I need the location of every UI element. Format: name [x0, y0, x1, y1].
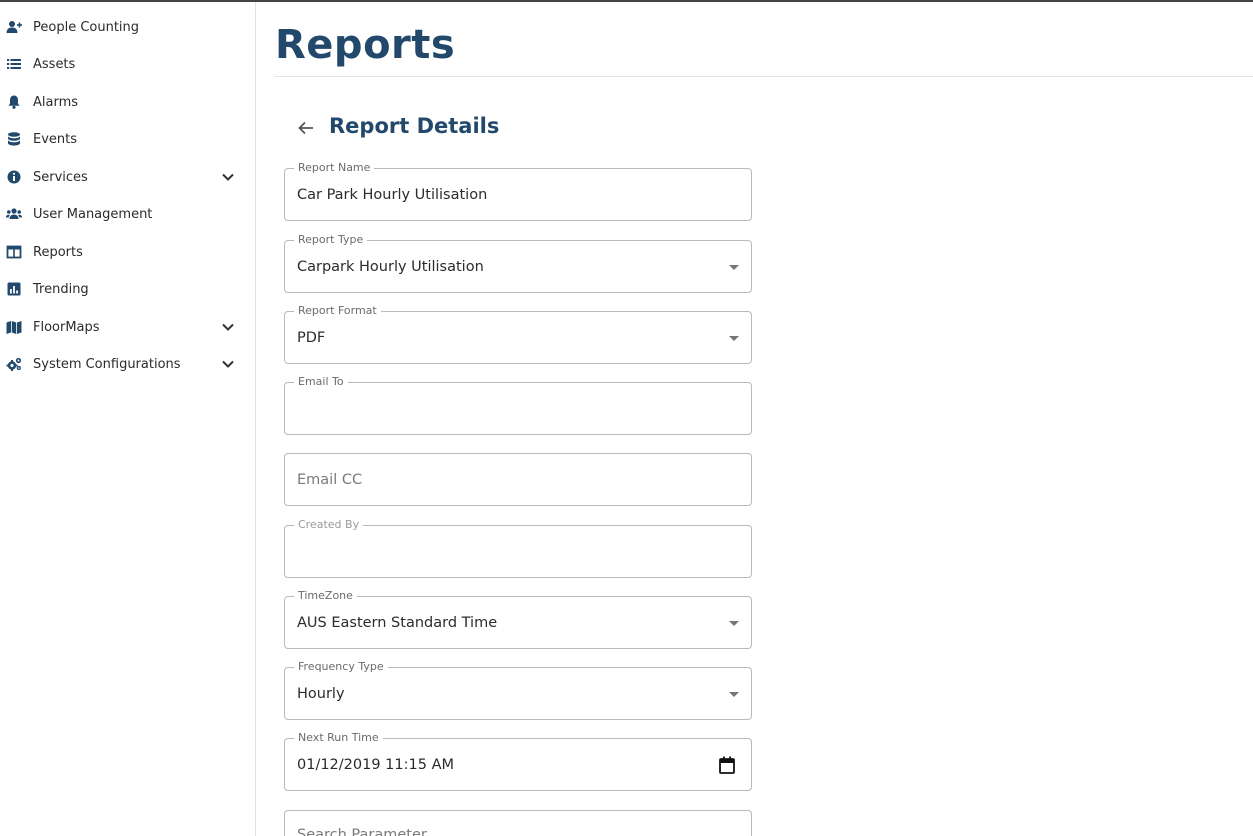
header-divider: [274, 76, 1253, 77]
sidebar-item-events[interactable]: Events: [0, 121, 255, 157]
sidebar-item-reports[interactable]: Reports: [0, 234, 255, 270]
field-label: Report Name: [294, 161, 375, 175]
list-icon: [6, 56, 22, 72]
next-run-time-field[interactable]: Next Run Time 01/12/2019 11:15 AM: [284, 731, 752, 791]
sidebar-item-label: User Management: [33, 206, 153, 222]
sidebar-item-label: FloorMaps: [33, 319, 100, 335]
report-name-field[interactable]: Report Name Car Park Hourly Utilisation: [284, 161, 752, 221]
email-cc-placeholder: Email CC: [297, 472, 363, 488]
sidebar-item-services[interactable]: Services: [0, 159, 255, 195]
sidebar-item-label: Assets: [33, 56, 76, 72]
next-run-time-value: 01/12/2019 11:15 AM: [297, 757, 455, 773]
created-by-field[interactable]: Created By: [284, 518, 752, 578]
field-label: Email To: [294, 375, 348, 389]
frequency-type-value: Hourly: [297, 686, 345, 702]
table-icon: [6, 244, 22, 260]
chart-icon: [6, 281, 22, 297]
field-label: Created By: [294, 518, 364, 532]
calendar-icon[interactable]: [719, 756, 735, 774]
dropdown-arrow-icon[interactable]: [729, 692, 739, 697]
form-title: Report Details: [329, 114, 500, 138]
email-cc-field[interactable]: Email CC: [284, 453, 752, 506]
sidebar-item-label: People Counting: [33, 19, 140, 35]
sidebar: People Counting Assets Alarms Events Ser…: [0, 2, 256, 836]
user-plus-icon: [6, 19, 22, 35]
field-label: Report Type: [294, 233, 368, 247]
sidebar-item-label: System Configurations: [33, 356, 181, 372]
map-icon: [6, 319, 22, 335]
users-icon: [6, 206, 22, 222]
sidebar-item-label: Alarms: [33, 94, 79, 110]
field-label: Report Format: [294, 304, 381, 318]
sidebar-item-floormaps[interactable]: FloorMaps: [0, 309, 255, 345]
info-icon: [6, 169, 22, 185]
frequency-type-select[interactable]: Frequency Type Hourly: [284, 660, 752, 720]
timezone-value: AUS Eastern Standard Time: [297, 615, 498, 631]
report-type-value: Carpark Hourly Utilisation: [297, 259, 484, 275]
sidebar-item-assets[interactable]: Assets: [0, 46, 255, 82]
bell-icon: [6, 94, 22, 110]
report-format-select[interactable]: Report Format PDF: [284, 304, 752, 364]
page-title: Reports: [275, 22, 456, 68]
search-parameter-placeholder: Search Parameter: [297, 827, 427, 836]
dropdown-arrow-icon[interactable]: [729, 336, 739, 341]
field-label: Next Run Time: [294, 731, 383, 745]
field-label: Frequency Type: [294, 660, 388, 674]
chevron-down-icon[interactable]: [220, 169, 236, 185]
report-name-value: Car Park Hourly Utilisation: [297, 187, 488, 203]
sidebar-item-people-counting[interactable]: People Counting: [0, 9, 255, 45]
sidebar-item-label: Trending: [33, 281, 89, 297]
sidebar-item-system-configurations[interactable]: System Configurations: [0, 346, 255, 382]
timezone-select[interactable]: TimeZone AUS Eastern Standard Time: [284, 589, 752, 649]
sidebar-item-user-management[interactable]: User Management: [0, 196, 255, 232]
report-format-value: PDF: [297, 330, 326, 346]
report-type-select[interactable]: Report Type Carpark Hourly Utilisation: [284, 233, 752, 293]
sidebar-item-trending[interactable]: Trending: [0, 271, 255, 307]
sidebar-item-label: Events: [33, 131, 78, 147]
email-to-field[interactable]: Email To: [284, 375, 752, 435]
database-icon: [6, 131, 22, 147]
cogs-icon: [6, 356, 22, 372]
back-arrow-icon[interactable]: [296, 118, 316, 138]
dropdown-arrow-icon[interactable]: [729, 265, 739, 270]
sidebar-item-alarms[interactable]: Alarms: [0, 84, 255, 120]
dropdown-arrow-icon[interactable]: [729, 621, 739, 626]
field-label: TimeZone: [294, 589, 357, 603]
chevron-down-icon[interactable]: [220, 356, 236, 372]
search-parameter-field[interactable]: Search Parameter: [284, 810, 752, 836]
chevron-down-icon[interactable]: [220, 319, 236, 335]
sidebar-item-label: Reports: [33, 244, 83, 260]
sidebar-item-label: Services: [33, 169, 88, 185]
